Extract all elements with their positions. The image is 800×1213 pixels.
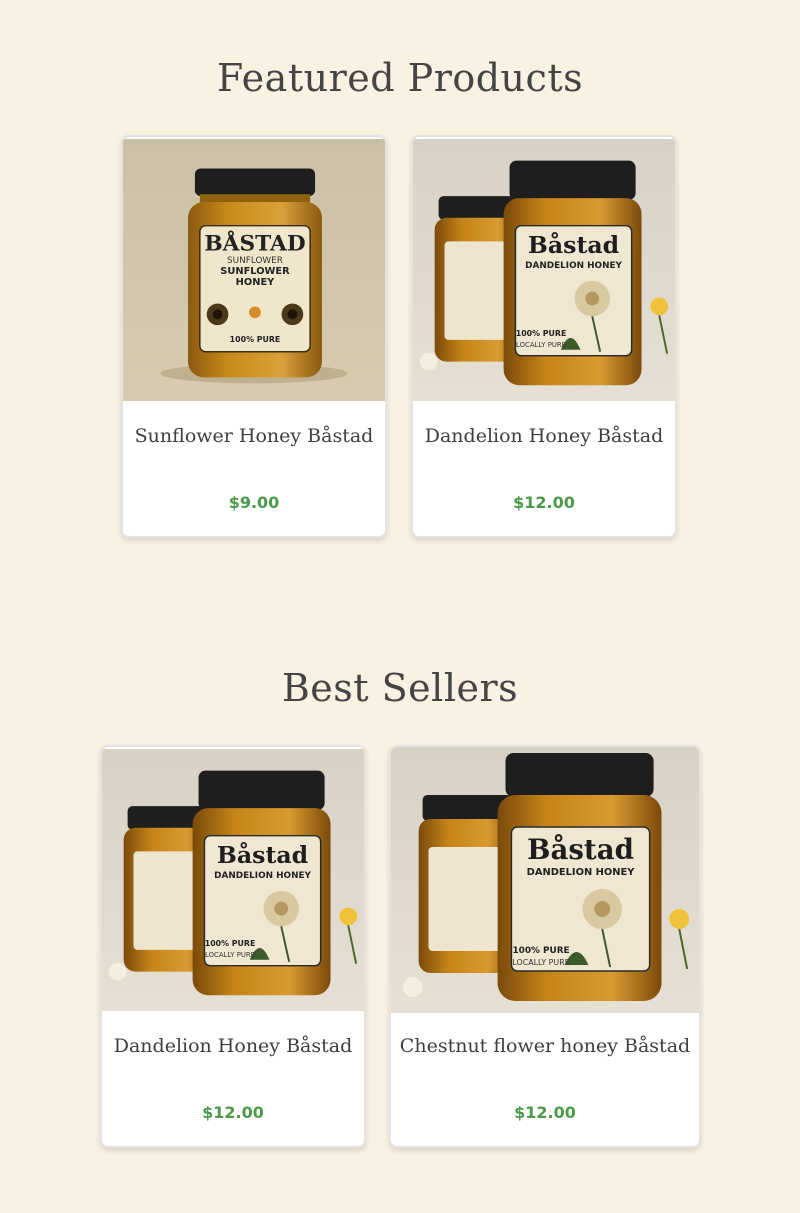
product-card[interactable]: Båstad DANDELION HONEY 100% PURE LOCALLY… bbox=[100, 745, 366, 1148]
svg-text:DANDELION HONEY: DANDELION HONEY bbox=[214, 871, 311, 881]
svg-text:DANDELION HONEY: DANDELION HONEY bbox=[527, 867, 636, 878]
product-price: $12.00 bbox=[514, 1103, 576, 1122]
svg-text:BÅSTAD: BÅSTAD bbox=[204, 229, 305, 256]
product-price: $12.00 bbox=[513, 493, 575, 512]
svg-text:100% PURE: 100% PURE bbox=[205, 939, 256, 948]
svg-text:100% PURE: 100% PURE bbox=[516, 329, 567, 338]
svg-text:100% PURE: 100% PURE bbox=[512, 946, 569, 956]
svg-text:Båstad: Båstad bbox=[217, 841, 308, 869]
svg-text:Båstad: Båstad bbox=[527, 833, 634, 866]
svg-text:SUNFLOWER: SUNFLOWER bbox=[227, 256, 283, 266]
product-price: $9.00 bbox=[228, 493, 280, 512]
svg-text:SUNFLOWER: SUNFLOWER bbox=[220, 266, 290, 277]
svg-text:HONEY: HONEY bbox=[236, 277, 276, 288]
svg-text:LOCALLY PURE: LOCALLY PURE bbox=[512, 958, 569, 967]
product-price: $12.00 bbox=[202, 1103, 264, 1122]
product-image-dandelion-honey-jars[interactable]: Båstad DANDELION HONEY 100% PURE LOCALLY… bbox=[413, 137, 675, 403]
svg-text:Båstad: Båstad bbox=[528, 231, 619, 259]
product-name[interactable]: Dandelion Honey Båstad bbox=[413, 425, 675, 447]
product-card[interactable]: Båstad DANDELION HONEY 100% PURE LOCALLY… bbox=[411, 135, 677, 538]
svg-text:DANDELION HONEY: DANDELION HONEY bbox=[525, 261, 622, 271]
page: Featured Products BÅSTAD SUNFLOWER SUNFL… bbox=[0, 0, 800, 1213]
product-name[interactable]: Dandelion Honey Båstad bbox=[102, 1035, 364, 1057]
product-image-sunflower-honey-jar[interactable]: BÅSTAD SUNFLOWER SUNFLOWER HONEY 100% PU… bbox=[123, 137, 385, 403]
product-image-dandelion-honey-jars[interactable]: Båstad DANDELION HONEY 100% PURE LOCALLY… bbox=[102, 747, 364, 1013]
product-card[interactable]: BÅSTAD SUNFLOWER SUNFLOWER HONEY 100% PU… bbox=[121, 135, 387, 538]
svg-text:LOCALLY PURE: LOCALLY PURE bbox=[516, 341, 566, 349]
svg-text:100% PURE: 100% PURE bbox=[230, 335, 281, 344]
product-image-dandelion-honey-jars[interactable]: Båstad DANDELION HONEY 100% PURE LOCALLY… bbox=[391, 747, 699, 1013]
product-card[interactable]: Båstad DANDELION HONEY 100% PURE LOCALLY… bbox=[389, 745, 701, 1148]
product-name[interactable]: Sunflower Honey Båstad bbox=[123, 425, 385, 447]
product-name[interactable]: Chestnut flower honey Båstad bbox=[391, 1035, 699, 1057]
best-sellers-title: Best Sellers bbox=[281, 666, 519, 710]
svg-text:LOCALLY PURE: LOCALLY PURE bbox=[205, 951, 255, 959]
featured-products-title: Featured Products bbox=[216, 56, 584, 100]
